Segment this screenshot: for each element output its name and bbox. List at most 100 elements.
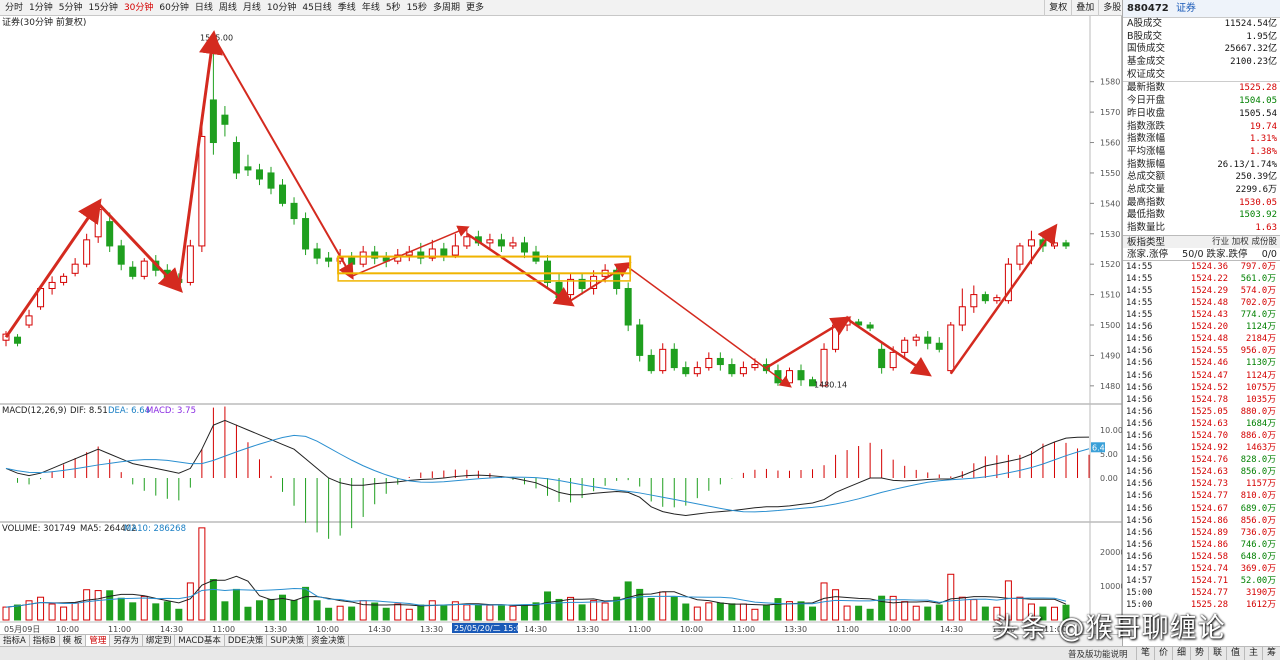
tick-time: 14:56 xyxy=(1126,551,1153,562)
period-tab[interactable]: 15秒 xyxy=(404,0,430,16)
board-type-label: 板指类型 xyxy=(1127,236,1166,248)
panel-tab[interactable]: 值 xyxy=(1226,647,1244,660)
tick-list[interactable]: 14:55 1524.36 797.0万 14:55 1524.22 561.0万 14:5… xyxy=(1123,261,1280,612)
y-tick-label: 1500 xyxy=(1100,321,1120,330)
tick-row: 14:57 1524.71 52.00万 xyxy=(1123,575,1280,587)
period-tab[interactable]: 5秒 xyxy=(383,0,404,16)
macd-tick-label: 0.00 xyxy=(1100,474,1118,483)
quote-label: 指数振幅 xyxy=(1127,158,1166,170)
period-tab[interactable]: 10分钟 xyxy=(264,0,299,16)
panel-tab[interactable]: 联 xyxy=(1208,647,1226,660)
tick-price: 1524.77 xyxy=(1190,491,1228,502)
tick-row: 14:56 1524.47 1124万 xyxy=(1123,370,1280,382)
kline-chart-area[interactable]: 证券(30分钟 前复权) 1580 1570 1560 1550 1540 1530 1520… xyxy=(0,16,1122,634)
candle-body xyxy=(935,342,943,350)
quote-value: 1.63 xyxy=(1255,223,1277,233)
x-tick-label: 11:00 xyxy=(212,625,235,634)
quote-value: 1503.92 xyxy=(1239,210,1277,221)
quote-header: 880472 证券 xyxy=(1123,0,1280,18)
tick-price: 1524.55 xyxy=(1190,346,1228,357)
quote-value: 1525.28 xyxy=(1239,83,1277,94)
period-tab[interactable]: 15分钟 xyxy=(85,0,120,16)
period-tab[interactable]: 30分钟 xyxy=(121,0,156,16)
period-tab[interactable]: 季线 xyxy=(335,0,359,16)
tick-time: 15:00 xyxy=(1126,588,1153,599)
panel-tab[interactable]: 筹 xyxy=(1262,647,1280,660)
feature-hint[interactable]: 普及版功能说明 xyxy=(1068,648,1128,660)
candle-body xyxy=(463,236,471,247)
candle-body xyxy=(993,297,1001,302)
volume-bar xyxy=(463,604,471,621)
tick-row: 14:56 1524.63 856.0万 xyxy=(1123,466,1280,478)
y-tick-label: 1570 xyxy=(1100,108,1120,117)
period-tab[interactable]: 1分钟 xyxy=(26,0,56,16)
kline-chart[interactable]: 证券(30分钟 前复权) 1580 1570 1560 1550 1540 1530 1520… xyxy=(0,16,1122,634)
quote-label: 昨日收盘 xyxy=(1127,107,1166,119)
trend-arrow xyxy=(177,30,223,289)
quote-row: B股成交 1.95亿 xyxy=(1123,31,1280,44)
candle-body xyxy=(636,324,644,356)
period-tab[interactable]: 5分钟 xyxy=(56,0,86,16)
x-tick-label: 13:30 xyxy=(784,625,807,634)
tick-row: 14:55 1524.29 574.0万 xyxy=(1123,285,1280,297)
candle-body xyxy=(647,354,655,372)
period-tab[interactable]: 日线 xyxy=(192,0,216,16)
candle-body xyxy=(970,294,978,308)
index-name[interactable]: 证券 xyxy=(1176,3,1196,14)
decline-value: 0/0 xyxy=(1261,248,1277,260)
tick-volume: 1463万 xyxy=(1246,443,1276,454)
volume-bar xyxy=(2,606,10,621)
volume-bar xyxy=(302,586,310,621)
panel-tab[interactable]: 主 xyxy=(1244,647,1262,660)
candle-body xyxy=(94,208,102,238)
period-tab[interactable]: 45日线 xyxy=(299,0,334,16)
candle-body xyxy=(912,336,920,341)
tick-volume: 561.0万 xyxy=(1240,273,1276,284)
quote-row: 最新指数 1525.28 xyxy=(1123,82,1280,95)
tick-price: 1524.92 xyxy=(1190,443,1228,454)
tick-volume: 810.0万 xyxy=(1240,491,1276,502)
volume-bar xyxy=(809,606,817,621)
toolbar-button[interactable]: 复权 xyxy=(1044,0,1071,16)
quote-row: 总成交量 2299.6万 xyxy=(1123,184,1280,197)
quote-label: 平均涨幅 xyxy=(1127,145,1166,157)
period-tab[interactable]: 分时 xyxy=(2,0,26,16)
tick-time: 14:56 xyxy=(1126,346,1153,357)
panel-tab[interactable]: 笔 xyxy=(1136,647,1154,660)
index-stats-section: 最新指数 1525.28 今日开盘 1504.05 昨日收盘 1505.54 指数涨跌 19.… xyxy=(1123,81,1280,234)
tick-volume: 648.0万 xyxy=(1240,551,1276,562)
period-tab[interactable]: 60分钟 xyxy=(156,0,191,16)
tick-price: 1524.58 xyxy=(1190,551,1228,562)
period-tab[interactable]: 多周期 xyxy=(430,0,463,16)
tick-time: 14:55 xyxy=(1126,297,1153,308)
candle-body xyxy=(901,339,909,353)
quote-label: 最新指数 xyxy=(1127,82,1166,94)
macd-dif: DIF: 8.51 xyxy=(70,406,108,416)
quote-row: 权证成交 xyxy=(1123,69,1280,82)
low-label: 1480.14 xyxy=(814,381,847,390)
tick-price: 1524.29 xyxy=(1190,285,1228,296)
volume-bar xyxy=(474,604,482,621)
tick-time: 14:55 xyxy=(1126,285,1153,296)
quote-row: 最低指数 1503.92 xyxy=(1123,209,1280,222)
y-tick-label: 1560 xyxy=(1100,139,1120,148)
period-tab[interactable]: 周线 xyxy=(216,0,240,16)
panel-tab[interactable]: 细 xyxy=(1172,647,1190,660)
candle-body xyxy=(728,364,736,375)
toolbar-button[interactable]: 叠加 xyxy=(1071,0,1098,16)
tick-volume: 369.0万 xyxy=(1240,564,1276,575)
macd-current: 6.4 xyxy=(1092,443,1105,452)
candle-body xyxy=(325,257,333,262)
quote-label: B股成交 xyxy=(1127,30,1163,42)
candle-body xyxy=(682,367,690,375)
tick-time: 14:56 xyxy=(1126,394,1153,405)
panel-tab[interactable]: 价 xyxy=(1154,647,1172,660)
period-tab[interactable]: 年线 xyxy=(359,0,383,16)
board-type-options[interactable]: 行业 加权 成份股 xyxy=(1212,236,1277,248)
period-tab[interactable]: 更多 xyxy=(463,0,487,16)
tick-row: 14:57 1524.74 369.0万 xyxy=(1123,563,1280,575)
quote-row: A股成交 11524.54亿 xyxy=(1123,18,1280,31)
period-tab[interactable]: 月线 xyxy=(240,0,264,16)
tick-time: 14:55 xyxy=(1126,310,1153,321)
panel-tab[interactable]: 势 xyxy=(1190,647,1208,660)
